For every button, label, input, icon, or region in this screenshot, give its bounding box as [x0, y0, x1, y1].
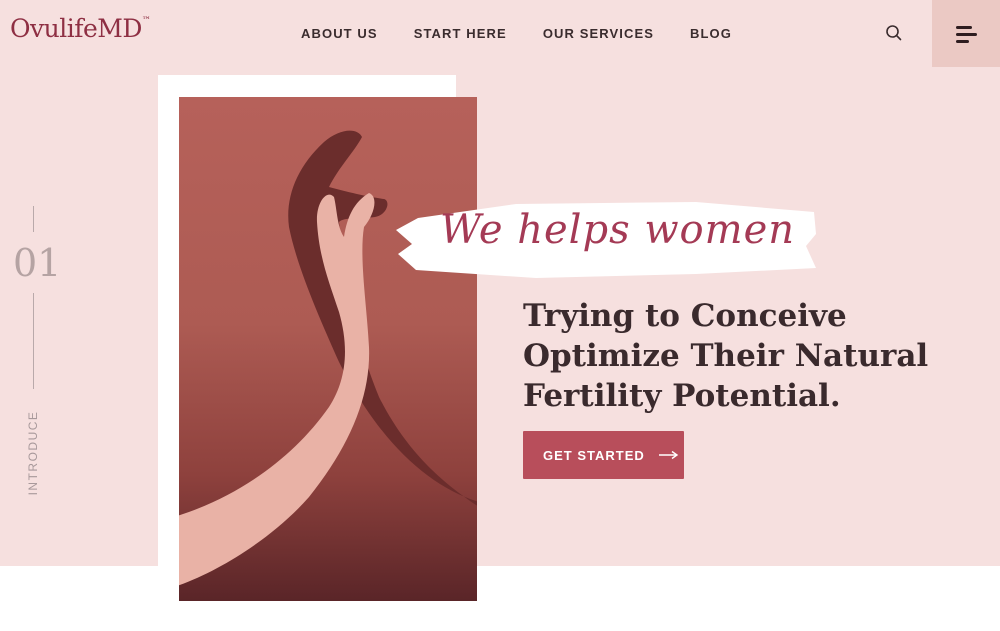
hero-headline: Trying to Conceive Optimize Their Natura… — [523, 296, 963, 416]
get-started-button[interactable]: GET STARTED — [523, 431, 684, 479]
headline-line-1: Trying to Conceive — [523, 298, 847, 334]
slide-number: 01 — [13, 241, 62, 285]
slide-indicator-line-bottom — [33, 293, 34, 389]
site-header: OvulifeMD™ ABOUT US START HERE OUR SERVI… — [0, 0, 1000, 67]
nav-item-about-us[interactable]: ABOUT US — [301, 26, 378, 41]
arrow-right-icon — [658, 450, 678, 460]
brand-logo[interactable]: OvulifeMD™ — [10, 14, 151, 43]
brand-name: OvulifeMD — [10, 14, 142, 43]
introduce-label: INTRODUCE — [26, 410, 40, 496]
slide-indicator-line-top — [33, 206, 34, 232]
nav-item-our-services[interactable]: OUR SERVICES — [543, 26, 654, 41]
trademark-symbol: ™ — [141, 16, 151, 26]
headline-line-3: Fertility Potential. — [523, 378, 841, 414]
headline-line-2: Optimize Their Natural — [523, 338, 929, 374]
hero-background — [0, 0, 1000, 566]
get-started-label: GET STARTED — [543, 447, 645, 463]
main-nav: ABOUT US START HERE OUR SERVICES BLOG — [283, 0, 750, 67]
hero-image-hands — [179, 97, 477, 601]
nav-item-blog[interactable]: BLOG — [690, 26, 732, 41]
nav-item-start-here[interactable]: START HERE — [414, 26, 507, 41]
search-icon — [886, 25, 902, 41]
menu-button[interactable] — [932, 0, 1000, 67]
script-heading: We helps women — [440, 207, 795, 253]
search-button[interactable] — [883, 22, 905, 44]
